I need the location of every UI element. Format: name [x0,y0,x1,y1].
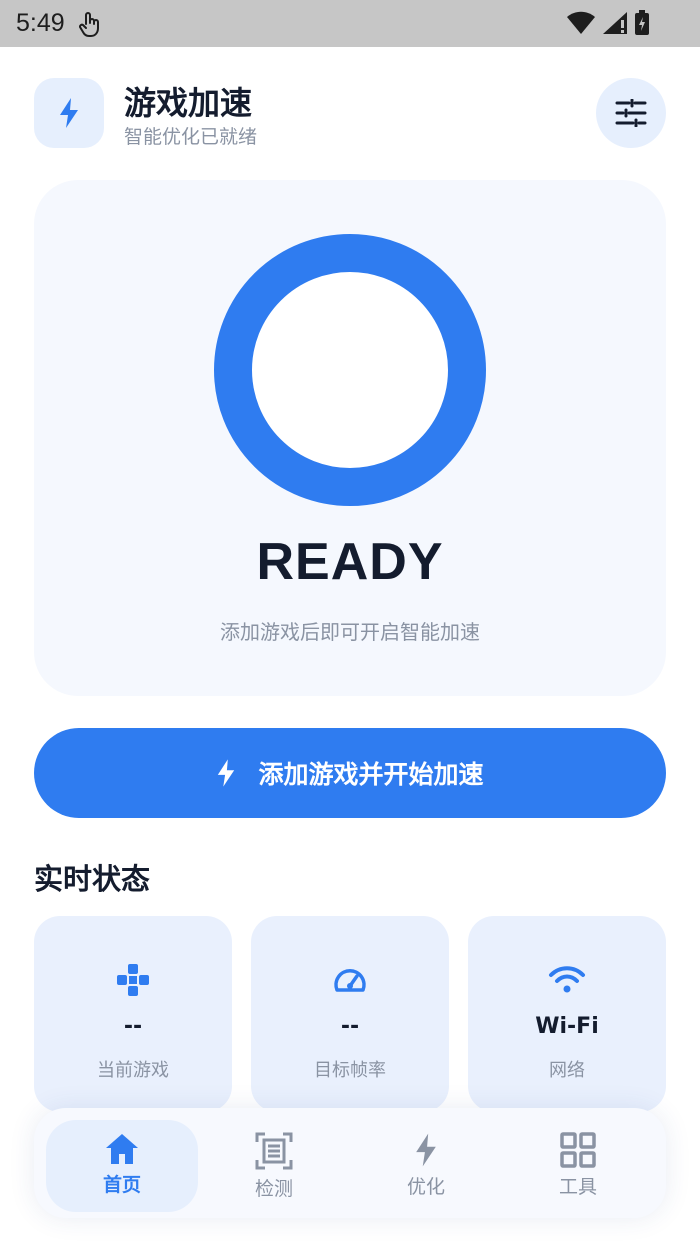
nav-item-home[interactable]: 首页 [46,1120,198,1212]
section-title: 实时状态 [34,862,151,896]
app-badge [34,78,104,148]
grid-icon [560,1132,596,1168]
nav-label: 检测 [254,1178,293,1200]
nav-label: 首页 [102,1174,141,1196]
status-time: 5:49 [16,9,65,37]
nav-label: 优化 [406,1176,445,1198]
nav-item-optimize[interactable]: 优化 [350,1120,502,1212]
add-game-button-label: 添加游戏并开始加速 [258,760,484,789]
stat-value: Wi-Fi [535,1014,599,1039]
touch-icon [78,11,99,37]
settings-button[interactable] [596,78,666,148]
scan-icon [255,1132,293,1170]
page-subtitle: 智能优化已就绪 [124,126,258,148]
status-card: READY 添加游戏后即可开启智能加速 [34,180,666,696]
status-text: READY [256,533,444,591]
status-ring [214,234,486,506]
lightning-icon [416,1133,436,1167]
stat-card-current-game[interactable]: -- 当前游戏 [34,916,232,1112]
page-title: 游戏加速 [124,84,253,122]
nav-label: 工具 [558,1176,597,1198]
status-hint: 添加游戏后即可开启智能加速 [220,620,480,644]
speedometer-icon [334,969,366,992]
lightning-icon [218,759,235,787]
home-icon [106,1134,138,1164]
nav-item-detect[interactable]: 检测 [198,1120,350,1212]
nav-item-tools[interactable]: 工具 [502,1120,654,1212]
sliders-icon [615,99,647,127]
stat-label: 目标帧率 [314,1060,386,1081]
stat-card-target-fps[interactable]: -- 目标帧率 [251,916,449,1112]
wifi-icon [549,966,585,993]
stat-value: -- [340,1014,360,1039]
bottom-nav: 首页 检测 优化 工具 [34,1108,666,1218]
stat-value: -- [123,1014,143,1039]
stat-card-network[interactable]: Wi-Fi 网络 [468,916,666,1112]
lightning-icon [60,98,78,128]
stat-label: 当前游戏 [97,1060,169,1081]
status-bar: 5:49 [0,0,700,47]
wifi-signal-icon [567,11,595,34]
add-game-button[interactable]: 添加游戏并开始加速 [34,728,666,818]
battery-icon [635,10,649,35]
stat-label: 网络 [549,1060,585,1081]
gamepad-icon [117,964,149,996]
cell-signal-icon [603,12,627,34]
